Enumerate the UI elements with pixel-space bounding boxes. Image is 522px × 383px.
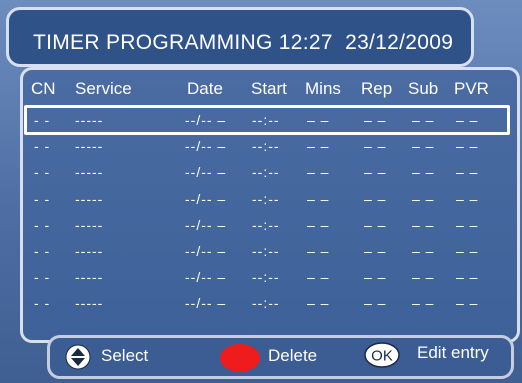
timer-cell-cn: - -: [34, 190, 51, 207]
timer-cell-service: -----: [75, 295, 104, 312]
timer-cell-pvr: – –: [456, 295, 479, 312]
page-title: TIMER PROGRAMMING 12:27 23/12/2009: [33, 31, 454, 54]
column-header-mins: Mins: [305, 79, 341, 98]
timer-cell-cn: - -: [34, 269, 51, 286]
column-header-rep: Rep: [361, 79, 393, 98]
timer-cell-date: --/-- –: [185, 164, 227, 181]
title-bar: TIMER PROGRAMMING 12:27 23/12/2009: [6, 7, 474, 67]
timer-cell-service: -----: [75, 216, 104, 233]
selection-highlight: [24, 105, 510, 135]
timer-cell-service: -----: [75, 164, 104, 181]
timer-row[interactable]: - - ----- --/-- – --:-- – – – – – – – –: [0, 187, 522, 214]
timer-cell-date: --/-- –: [185, 269, 227, 286]
timer-programming-screen: TIMER PROGRAMMING 12:27 23/12/2009 CN Se…: [0, 0, 522, 383]
timer-row[interactable]: - - ----- --/-- – --:-- – – – – – – – –: [0, 134, 522, 161]
timer-cell-service: -----: [75, 243, 104, 259]
timer-cell-mins: – –: [307, 269, 330, 286]
edit-entry-hint-label: Edit entry: [417, 343, 489, 362]
timer-row[interactable]: - - ----- --/-- – --:-- – – – – – – – –: [0, 213, 522, 240]
clock-time: 12:27: [278, 31, 333, 54]
timer-cell-date: --/-- –: [185, 295, 227, 312]
timer-cell-rep: – –: [364, 164, 387, 181]
timer-cell-start: --:--: [252, 138, 280, 155]
timer-cell-mins: – –: [307, 138, 330, 155]
timer-cell-start: --:--: [252, 164, 280, 181]
timer-cell-sub: – –: [412, 243, 435, 259]
timer-cell-cn: - -: [34, 164, 51, 181]
ok-icon-text: OK: [371, 348, 393, 365]
timer-cell-date: --/-- –: [185, 243, 227, 259]
timer-row[interactable]: - - ----- --/-- – --:-- – – – – – – – –: [0, 291, 522, 318]
timer-cell-mins: – –: [307, 164, 330, 181]
column-header-sub: Sub: [408, 79, 439, 98]
column-header-start: Start: [251, 79, 287, 98]
column-header-service: Service: [75, 79, 132, 98]
timer-cell-mins: – –: [307, 295, 330, 312]
timer-cell-cn: - -: [34, 295, 51, 312]
timer-row[interactable]: - - ----- --/-- – --:-- – – – – – – – –: [0, 265, 522, 292]
up-down-arrows-icon: [65, 344, 91, 370]
timer-cell-date: --/-- –: [185, 216, 227, 233]
clock-date: 23/12/2009: [345, 31, 454, 54]
timer-cell-start: --:--: [252, 295, 280, 312]
timer-cell-pvr: – –: [456, 164, 479, 181]
timer-cell-sub: – –: [412, 295, 435, 312]
timer-cell-service: -----: [75, 138, 104, 155]
timer-cell-service: -----: [75, 269, 104, 286]
timer-cell-pvr: – –: [456, 269, 479, 286]
timer-cell-mins: – –: [307, 216, 330, 233]
select-hint-label: Select: [101, 346, 149, 365]
column-header-cn: CN: [31, 79, 56, 98]
ok-button-icon: OK: [364, 342, 400, 368]
timer-cell-start: --:--: [252, 243, 280, 259]
timer-cell-pvr: – –: [456, 190, 479, 207]
timer-cell-mins: – –: [307, 190, 330, 207]
timer-cell-sub: – –: [412, 164, 435, 181]
red-button-icon: [219, 343, 261, 373]
timer-cell-rep: – –: [364, 243, 387, 259]
timer-cell-cn: - -: [34, 216, 51, 233]
timer-cell-date: --/-- –: [185, 138, 227, 155]
timer-cell-pvr: – –: [456, 243, 479, 259]
delete-hint-label: Delete: [268, 346, 318, 365]
timer-cell-rep: – –: [364, 269, 387, 286]
column-header-date: Date: [187, 79, 223, 98]
timer-cell-sub: – –: [412, 190, 435, 207]
timer-cell-mins: – –: [307, 243, 330, 259]
timer-cell-rep: – –: [364, 295, 387, 312]
timer-cell-rep: – –: [364, 138, 387, 155]
timer-cell-pvr: – –: [456, 138, 479, 155]
timer-cell-sub: – –: [412, 269, 435, 286]
timer-cell-cn: - -: [34, 243, 51, 259]
timer-cell-start: --:--: [252, 216, 280, 233]
timer-cell-rep: – –: [364, 216, 387, 233]
timer-cell-cn: - -: [34, 138, 51, 155]
timer-row[interactable]: - - ----- --/-- – --:-- – – – – – – – –: [0, 160, 522, 187]
timer-cell-rep: – –: [364, 190, 387, 207]
column-header-pvr: PVR: [454, 79, 489, 98]
timer-cell-service: -----: [75, 190, 104, 207]
timer-cell-date: --/-- –: [185, 190, 227, 207]
timer-cell-pvr: – –: [456, 216, 479, 233]
timer-row[interactable]: - - ----- --/-- – --:-- – – – – – – – –: [0, 239, 522, 266]
timer-cell-sub: – –: [412, 216, 435, 233]
timer-cell-start: --:--: [252, 190, 280, 207]
timer-cell-sub: – –: [412, 138, 435, 155]
timer-cell-start: --:--: [252, 269, 280, 286]
